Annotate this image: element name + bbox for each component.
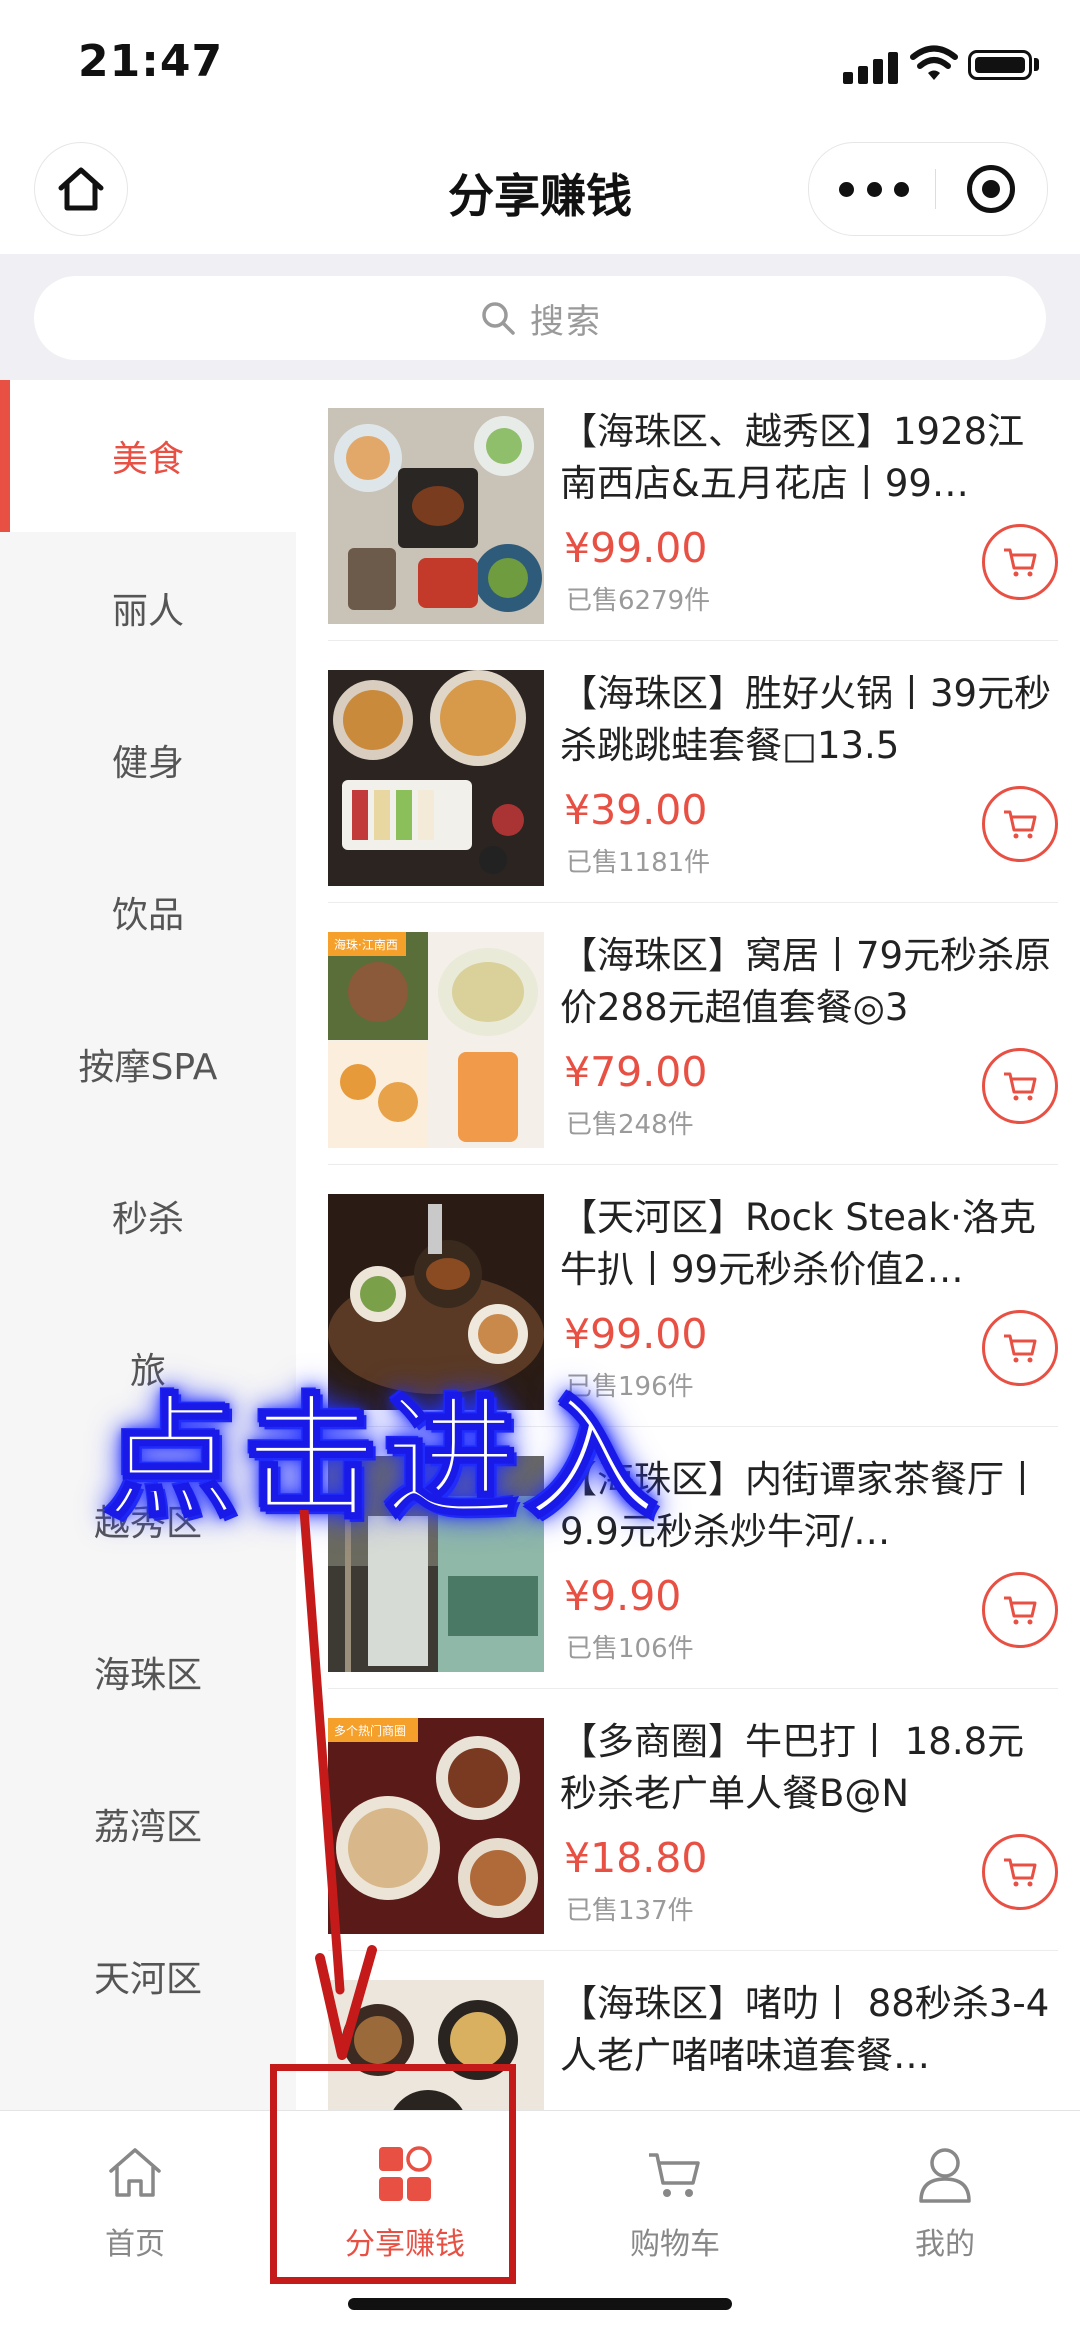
tutorial-highlight-box: [270, 2064, 516, 2284]
navigation-bar: 分享赚钱: [0, 130, 1080, 254]
search-placeholder: 搜索: [530, 301, 602, 342]
category-item-jianshen[interactable]: 健身: [0, 684, 296, 836]
product-title: 【海珠区、越秀区】1928江南西店&五月花店丨99…: [560, 410, 1025, 505]
product-sold-count: 已售137件: [566, 1896, 694, 1926]
search-area: 搜索: [0, 254, 1080, 380]
product-item[interactable]: 海珠·江南西 【海珠区】窝居丨79元秒杀原价288元超值套餐◎3 ¥79.00 …: [328, 904, 1058, 1165]
add-to-cart-button[interactable]: [982, 786, 1058, 862]
category-item-miaosha[interactable]: 秒杀: [0, 1140, 296, 1292]
cart-icon: [1004, 548, 1037, 577]
add-to-cart-button[interactable]: [982, 524, 1058, 600]
tab-label: 我的: [915, 2227, 975, 2262]
more-options-button[interactable]: [839, 173, 909, 205]
cart-icon: [649, 2153, 700, 2197]
tab-cart[interactable]: 购物车: [540, 2141, 810, 2281]
wifi-icon: [910, 45, 958, 80]
product-price: ¥9.90: [564, 1572, 682, 1620]
category-item-yinpin[interactable]: 饮品: [0, 836, 296, 988]
product-title: 【海珠区】窝居丨79元秒杀原价288元超值套餐◎3: [560, 934, 1052, 1029]
cart-icon: [1004, 810, 1037, 839]
add-to-cart-button[interactable]: [982, 1310, 1058, 1386]
category-item-spa[interactable]: 按摩SPA: [0, 988, 296, 1140]
product-item[interactable]: 多个热门商圈 【多商圈】牛巴打丨 18.8元秒杀老广单人餐B@N ¥18.80 …: [328, 1690, 1058, 1951]
add-to-cart-button[interactable]: [982, 1572, 1058, 1648]
add-to-cart-button[interactable]: [982, 1834, 1058, 1910]
active-indicator: [0, 380, 10, 532]
category-sidebar: 美食 丽人 健身 饮品 按摩SPA 秒杀 旅 越秀区 海珠区 荔湾区 天河区: [0, 380, 296, 2110]
product-image: [328, 408, 544, 624]
product-title: 【海珠区】胜好火锅丨39元秒杀跳跳蛙套餐□13.5: [560, 672, 1052, 767]
product-sold-count: 已售1181件: [566, 848, 711, 878]
product-price: ¥79.00: [564, 1048, 708, 1096]
product-item[interactable]: 【海珠区】胜好火锅丨39元秒杀跳跳蛙套餐□13.5 ¥39.00 已售1181件: [328, 642, 1058, 903]
tab-mine[interactable]: 我的: [810, 2141, 1080, 2281]
tutorial-arrow-icon: [299, 1510, 377, 2060]
product-image: [328, 670, 544, 886]
category-item-liwan[interactable]: 荔湾区: [0, 1748, 296, 1900]
product-title: 【海珠区】啫叻丨 88秒杀3-4人老广啫啫味道套餐…: [560, 1982, 1050, 2077]
mini-program-capsule: [808, 142, 1048, 236]
signal-icon: [843, 50, 899, 84]
product-price: ¥39.00: [564, 786, 708, 834]
battery-icon: [968, 50, 1032, 80]
category-item-liren[interactable]: 丽人: [0, 532, 296, 684]
product-image: 海珠·江南西: [328, 932, 544, 1148]
category-item-tianhe[interactable]: 天河区: [0, 1900, 296, 2052]
thumb-badge: 海珠·江南西: [334, 937, 398, 952]
home-indicator: [348, 2298, 732, 2310]
product-price: ¥99.00: [564, 524, 708, 572]
tab-label: 首页: [105, 2227, 165, 2262]
cart-icon: [1004, 1334, 1037, 1363]
category-item-meishi[interactable]: 美食: [0, 380, 296, 532]
cart-icon: [1004, 1596, 1037, 1625]
tab-home[interactable]: 首页: [0, 2141, 270, 2281]
home-icon: [109, 2148, 161, 2197]
add-to-cart-button[interactable]: [982, 1048, 1058, 1124]
search-input[interactable]: 搜索: [34, 276, 1046, 360]
product-sold-count: 已售248件: [566, 1110, 694, 1140]
product-title: 【天河区】Rock Steak·洛克牛扒丨99元秒杀价值2…: [560, 1196, 1036, 1291]
product-item[interactable]: 【海珠区、越秀区】1928江南西店&五月花店丨99… ¥99.00 已售6279…: [328, 380, 1058, 641]
user-icon: [919, 2148, 971, 2203]
cart-icon: [1004, 1858, 1037, 1887]
search-icon: [482, 302, 515, 335]
product-sold-count: 已售6279件: [566, 586, 711, 616]
product-sold-count: 已售106件: [566, 1634, 694, 1664]
close-target-icon[interactable]: [967, 165, 1015, 213]
status-bar: 21:47: [0, 0, 1080, 130]
tutorial-overlay-text: 点击进入: [102, 1380, 665, 1539]
category-item-haizhu[interactable]: 海珠区: [0, 1596, 296, 1748]
status-time: 21:47: [78, 36, 224, 87]
tab-label: 购物车: [630, 2227, 720, 2262]
product-list: 【海珠区、越秀区】1928江南西店&五月花店丨99… ¥99.00 已售6279…: [296, 380, 1080, 2110]
product-price: ¥18.80: [564, 1834, 708, 1882]
product-title: 【多商圈】牛巴打丨 18.8元秒杀老广单人餐B@N: [560, 1720, 1025, 1815]
cart-icon: [1004, 1072, 1037, 1101]
